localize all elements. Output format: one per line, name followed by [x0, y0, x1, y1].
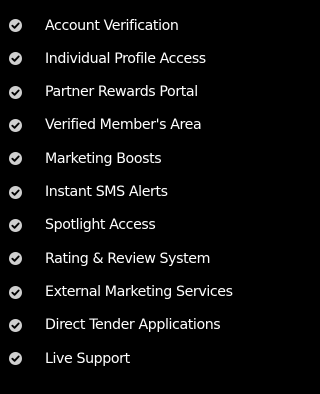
feature-item: Live Support: [0, 342, 260, 375]
feature-item: External Marketing Services: [0, 275, 260, 308]
feature-item: Verified Member's Area: [0, 109, 260, 142]
feature-list: Account Verification Individual Profile A…: [0, 9, 260, 375]
feature-item: Individual Profile Access: [0, 42, 260, 75]
check-circle-icon: [9, 152, 22, 166]
check-circle-icon: [9, 19, 22, 33]
feature-item: Instant SMS Alerts: [0, 175, 260, 208]
feature-label: Spotlight Access: [45, 217, 156, 234]
check-circle-icon: [9, 119, 22, 133]
check-circle-icon: [9, 352, 22, 366]
feature-item: Account Verification: [0, 9, 260, 42]
feature-item: Marketing Boosts: [0, 142, 260, 175]
feature-label: Rating & Review System: [45, 250, 211, 267]
check-circle-icon: [9, 285, 22, 299]
check-circle-icon: [9, 218, 22, 232]
check-circle-icon: [9, 318, 22, 332]
feature-label: Partner Rewards Portal: [45, 84, 198, 101]
check-circle-icon: [9, 85, 22, 99]
feature-item: Spotlight Access: [0, 209, 260, 242]
feature-label: Instant SMS Alerts: [45, 184, 168, 201]
feature-item: Direct Tender Applications: [0, 309, 260, 342]
feature-label: Live Support: [45, 350, 130, 367]
check-circle-icon: [9, 185, 22, 199]
feature-label: Account Verification: [45, 17, 179, 34]
check-circle-icon: [9, 52, 22, 66]
feature-label: Verified Member's Area: [45, 117, 202, 134]
feature-label: Direct Tender Applications: [45, 317, 221, 334]
feature-item: Partner Rewards Portal: [0, 76, 260, 109]
feature-label: Marketing Boosts: [45, 150, 162, 167]
feature-label: External Marketing Services: [45, 283, 233, 300]
check-circle-icon: [9, 252, 22, 266]
feature-item: Rating & Review System: [0, 242, 260, 275]
feature-label: Individual Profile Access: [45, 50, 206, 67]
